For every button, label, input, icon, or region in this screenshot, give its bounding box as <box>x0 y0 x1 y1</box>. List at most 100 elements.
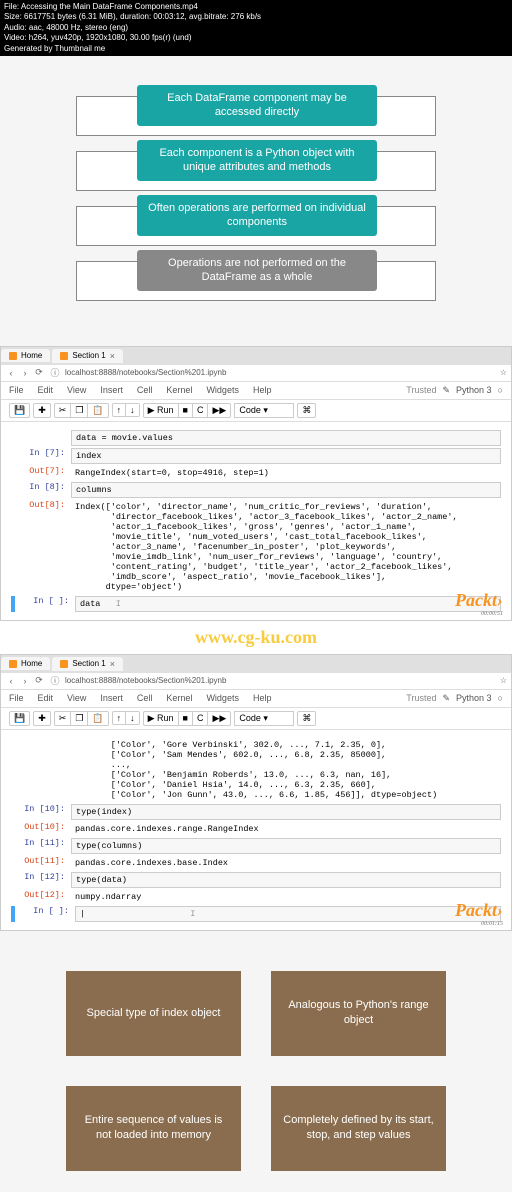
meta-gen: Generated by Thumbnail me <box>4 44 508 54</box>
meta-audio: Audio: aac, 48000 Hz, stereo (eng) <box>4 23 508 33</box>
code-cell[interactable]: type(data) <box>71 872 501 888</box>
code-cell[interactable]: type(columns) <box>71 838 501 854</box>
move-down-button[interactable]: ↓ <box>125 711 140 725</box>
menu-view[interactable]: View <box>67 693 86 704</box>
menu-items: File Edit View Insert Cell Kernel Widget… <box>9 693 271 704</box>
run-button[interactable]: ▶ Run <box>143 711 179 726</box>
info-icon[interactable]: ⓘ <box>49 367 61 379</box>
move-up-button[interactable]: ↑ <box>112 711 127 725</box>
menu-items: File Edit View Insert Cell Kernel Widget… <box>9 385 271 396</box>
menu-view[interactable]: View <box>67 385 86 396</box>
celltype-dropdown[interactable]: Code ▾ <box>234 711 294 726</box>
menu-insert[interactable]: Insert <box>100 693 123 704</box>
add-cell-button[interactable]: ✚ <box>33 711 51 726</box>
output-cell: pandas.core.indexes.range.RangeIndex <box>71 822 501 836</box>
star-icon[interactable]: ☆ <box>500 368 507 377</box>
url-text[interactable]: localhost:8888/notebooks/Section%201.ipy… <box>65 368 226 377</box>
browser-tab-section1[interactable]: Section 1 × <box>52 657 123 671</box>
browser-tab-home[interactable]: Home <box>1 349 50 362</box>
stop-button[interactable]: ■ <box>178 711 193 726</box>
code-cell-active[interactable]: | I <box>75 906 501 922</box>
run-all-button[interactable]: ▶▶ <box>207 711 231 726</box>
out-prompt: Out[7]: <box>11 466 71 480</box>
menu-file[interactable]: File <box>9 693 24 704</box>
menu-cell[interactable]: Cell <box>137 693 153 704</box>
menu-edit[interactable]: Edit <box>38 693 54 704</box>
code-cell[interactable]: type(index) <box>71 804 501 820</box>
out-prompt: Out[10]: <box>11 822 71 836</box>
stop-button[interactable]: ■ <box>178 403 193 418</box>
paste-button[interactable]: 📋 <box>87 403 108 418</box>
watermark: www.cg-ku.com <box>0 621 512 654</box>
restart-button[interactable]: C <box>192 711 209 726</box>
meta-file: File: Accessing the Main DataFrame Compo… <box>4 2 508 12</box>
command-palette-button[interactable]: ⌘ <box>297 403 316 418</box>
code-cell[interactable]: data = movie.values <box>71 430 501 446</box>
menu-kernel[interactable]: Kernel <box>166 693 192 704</box>
forward-icon[interactable]: › <box>19 367 31 379</box>
menu-widgets[interactable]: Widgets <box>206 693 239 704</box>
callout-2: Each component is a Python object with u… <box>137 140 377 181</box>
brown-box-2: Analogous to Python's range object <box>271 971 446 1056</box>
celltype-dropdown[interactable]: Code ▾ <box>234 403 294 418</box>
copy-button[interactable]: ❐ <box>70 711 88 726</box>
in-prompt: In [10]: <box>11 804 71 820</box>
menu-help[interactable]: Help <box>253 385 272 396</box>
menu-kernel[interactable]: Kernel <box>166 385 192 396</box>
toolbar: 💾 ✚ ✂ ❐ 📋 ↑ ↓ ▶ Run ■ C ▶▶ Code ▾ ⌘ <box>1 400 511 422</box>
timestamp: 00:01:15 <box>455 921 503 927</box>
close-icon[interactable]: × <box>110 351 115 361</box>
output-cell: RangeIndex(start=0, stop=4916, step=1) <box>71 466 501 480</box>
info-icon[interactable]: ⓘ <box>49 675 61 687</box>
pencil-icon[interactable]: ✎ <box>442 385 450 396</box>
cut-button[interactable]: ✂ <box>54 711 72 726</box>
out-prompt: Out[11]: <box>11 856 71 870</box>
command-palette-button[interactable]: ⌘ <box>297 711 316 726</box>
nav-buttons: ‹ › ⟳ <box>5 367 45 379</box>
jupyter-screenshot-1: Home Section 1 × ‹ › ⟳ ⓘ localhost:8888/… <box>0 346 512 621</box>
move-down-button[interactable]: ↓ <box>125 403 140 417</box>
browser-tab-home[interactable]: Home <box>1 657 50 670</box>
copy-button[interactable]: ❐ <box>70 403 88 418</box>
timestamp: 00:00:51 <box>455 611 503 617</box>
video-metadata: File: Accessing the Main DataFrame Compo… <box>0 0 512 56</box>
brown-box-1: Special type of index object <box>66 971 241 1056</box>
in-prompt: In [12]: <box>11 872 71 888</box>
menu-cell[interactable]: Cell <box>137 385 153 396</box>
reload-icon[interactable]: ⟳ <box>33 367 45 379</box>
url-text[interactable]: localhost:8888/notebooks/Section%201.ipy… <box>65 676 226 685</box>
code-cell[interactable]: columns <box>71 482 501 498</box>
menu-widgets[interactable]: Widgets <box>206 385 239 396</box>
code-cell[interactable]: index <box>71 448 501 464</box>
restart-button[interactable]: C <box>192 403 209 418</box>
menu-insert[interactable]: Insert <box>100 385 123 396</box>
back-icon[interactable]: ‹ <box>5 367 17 379</box>
paste-button[interactable]: 📋 <box>87 711 108 726</box>
kernel-status-icon: ○ <box>498 693 503 703</box>
save-button[interactable]: 💾 <box>9 403 30 418</box>
save-button[interactable]: 💾 <box>9 711 30 726</box>
jupyter-icon <box>60 352 68 360</box>
menu-edit[interactable]: Edit <box>38 385 54 396</box>
star-icon[interactable]: ☆ <box>500 676 507 685</box>
reload-icon[interactable]: ⟳ <box>33 675 45 687</box>
run-button[interactable]: ▶ Run <box>143 403 179 418</box>
cut-button[interactable]: ✂ <box>54 403 72 418</box>
pencil-icon[interactable]: ✎ <box>442 693 450 704</box>
menu-help[interactable]: Help <box>253 693 272 704</box>
meta-size: Size: 6617751 bytes (6.31 MiB), duration… <box>4 12 508 22</box>
browser-tab-section1[interactable]: Section 1 × <box>52 349 123 363</box>
output-cell: Index(['color', 'director_name', 'num_cr… <box>71 500 501 594</box>
move-up-button[interactable]: ↑ <box>112 403 127 417</box>
code-cell-active[interactable]: data I <box>75 596 501 612</box>
close-icon[interactable]: × <box>110 659 115 669</box>
kernel-status-icon: ○ <box>498 385 503 395</box>
forward-icon[interactable]: › <box>19 675 31 687</box>
kernel-label: Python 3 <box>456 693 492 703</box>
back-icon[interactable]: ‹ <box>5 675 17 687</box>
callout-row: Often operations are performed on indivi… <box>76 206 436 246</box>
run-all-button[interactable]: ▶▶ <box>207 403 231 418</box>
add-cell-button[interactable]: ✚ <box>33 403 51 418</box>
menu-file[interactable]: File <box>9 385 24 396</box>
tab-label: Section 1 <box>72 351 105 360</box>
